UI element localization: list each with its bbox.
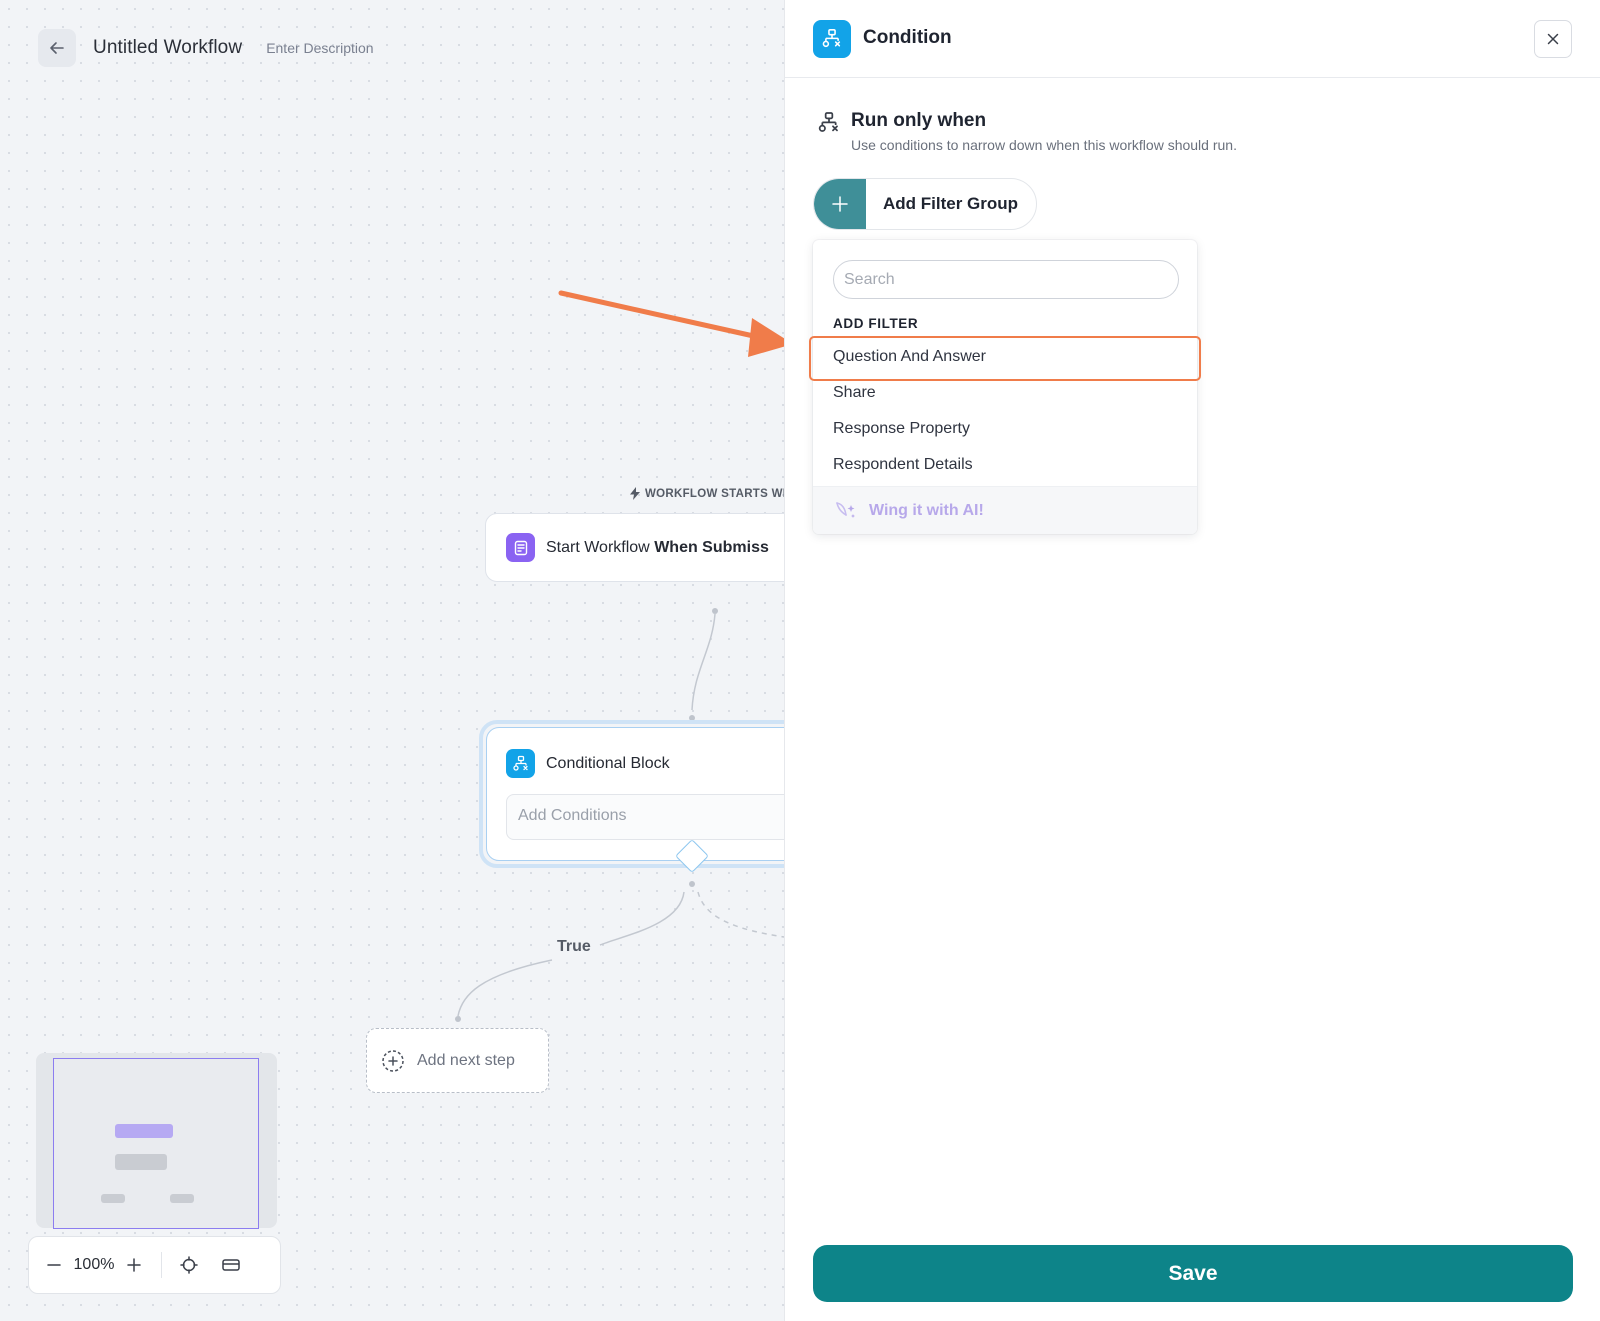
zoom-out-button[interactable] — [37, 1248, 71, 1282]
add-filter-heading: ADD FILTER — [833, 316, 919, 331]
condition-node-header: Conditional Block — [506, 749, 670, 778]
filter-option-share[interactable]: Share — [833, 384, 876, 402]
condition-icon — [506, 749, 535, 778]
minimap[interactable] — [36, 1053, 277, 1229]
trigger-node[interactable]: Start Workflow When Submiss — [485, 513, 784, 582]
workflow-canvas[interactable]: Untitled Workflow Enter Description WORK… — [0, 0, 784, 1321]
sparkle-wing-icon — [836, 501, 855, 518]
minimap-trigger-node — [115, 1124, 173, 1138]
minus-icon — [47, 1264, 61, 1266]
condition-outline-icon — [818, 112, 838, 132]
condition-icon — [813, 20, 851, 58]
run-only-when-subtitle: Use conditions to narrow down when this … — [851, 137, 1237, 153]
zoom-divider — [161, 1252, 162, 1278]
close-panel-button[interactable] — [1534, 20, 1572, 58]
zoom-in-button[interactable] — [117, 1248, 151, 1282]
form-icon — [506, 533, 535, 562]
close-icon — [1547, 33, 1559, 45]
add-filter-group-button[interactable]: Add Filter Group — [813, 178, 1037, 230]
fit-view-button[interactable] — [214, 1248, 248, 1282]
condition-node-title: Conditional Block — [546, 754, 670, 772]
minimap-step-node-right — [170, 1194, 194, 1203]
add-next-step-label: Add next step — [417, 1051, 515, 1069]
filter-search-input[interactable] — [833, 260, 1179, 299]
wing-it-with-ai-label: Wing it with AI! — [869, 501, 984, 519]
trigger-node-bold: When Submiss — [654, 538, 769, 556]
branch-true-label: True — [555, 938, 593, 956]
minimap-viewport[interactable] — [53, 1058, 259, 1229]
minimap-step-node-left — [101, 1194, 125, 1203]
save-button[interactable]: Save — [813, 1245, 1573, 1302]
add-conditions-field[interactable]: Add Conditions — [506, 794, 784, 840]
zoom-level: 100% — [73, 1256, 115, 1273]
workflow-starts-label: WORKFLOW STARTS WH — [630, 487, 784, 500]
trigger-node-prefix: Start Workflow — [546, 538, 650, 556]
add-filter-group-label: Add Filter Group — [883, 194, 1019, 213]
add-next-step-button[interactable]: Add next step — [366, 1028, 549, 1093]
plus-icon — [127, 1258, 141, 1272]
panel-header: Condition — [785, 0, 1600, 78]
filter-option-response-property[interactable]: Response Property — [833, 420, 970, 438]
plus-icon — [814, 179, 866, 229]
filter-option-respondent-details[interactable]: Respondent Details — [833, 456, 973, 474]
condition-node[interactable]: Conditional Block Add Conditions — [486, 727, 784, 861]
panel-title: Condition — [863, 27, 952, 48]
layout-icon — [222, 1259, 240, 1271]
run-only-when-title: Run only when — [851, 110, 987, 131]
condition-panel: Condition Run only when Use conditions t… — [784, 0, 1600, 1321]
trigger-node-label: Start Workflow When Submiss — [546, 539, 769, 557]
wing-it-with-ai-button[interactable]: Wing it with AI! — [813, 486, 1197, 534]
workflow-starts-text: WORKFLOW STARTS WH — [645, 487, 784, 500]
lightning-icon — [630, 487, 640, 500]
recenter-button[interactable] — [172, 1248, 206, 1282]
zoom-controls: 100% — [28, 1236, 281, 1294]
add-circle-icon — [382, 1049, 404, 1072]
crosshair-icon — [180, 1256, 198, 1274]
filter-option-question-and-answer[interactable]: Question And Answer — [833, 348, 986, 366]
filter-dropdown: ADD FILTER Question And Answer Share Res… — [809, 240, 1201, 534]
minimap-condition-node — [115, 1154, 167, 1170]
